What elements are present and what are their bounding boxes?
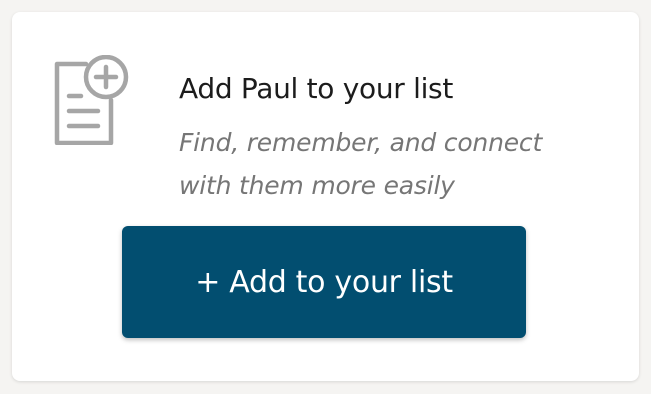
card-title: Add Paul to your list (179, 72, 454, 105)
card-subtitle: Find, remember, and connect with them mo… (179, 128, 543, 200)
add-to-list-card: Add Paul to your list Find, remember, an… (12, 12, 639, 381)
add-to-list-button[interactable]: + Add to your list (122, 226, 526, 338)
add-to-list-icon (54, 54, 132, 146)
